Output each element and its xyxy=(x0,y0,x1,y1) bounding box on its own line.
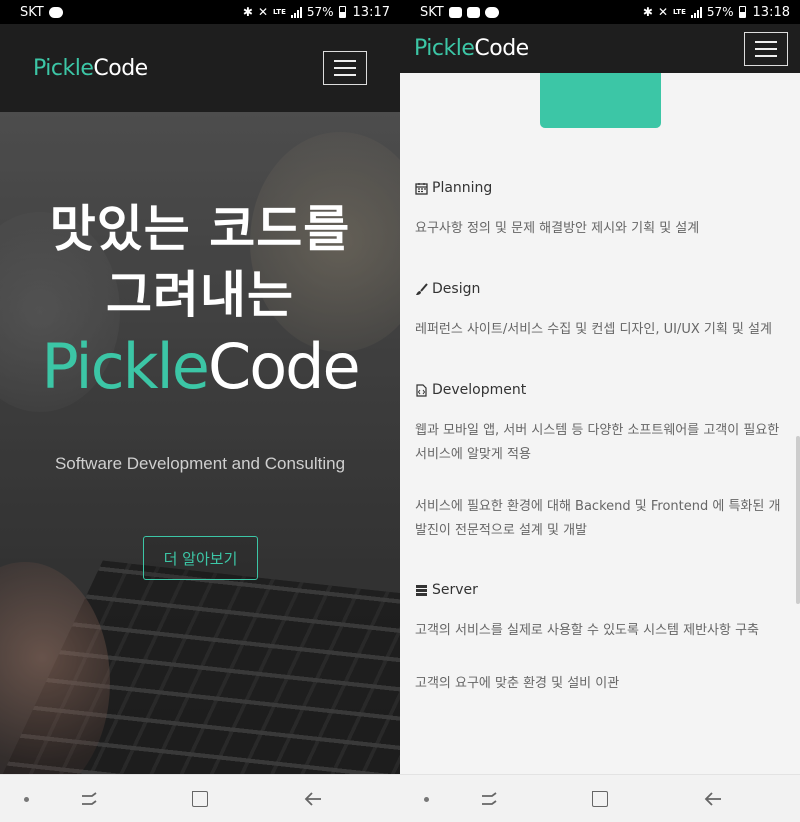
hamburger-icon xyxy=(755,40,777,43)
talk-notification-icon xyxy=(484,6,499,18)
nav-dot-icon[interactable] xyxy=(24,797,29,802)
signal-icon xyxy=(690,6,702,18)
learn-more-button[interactable]: 더 알아보기 xyxy=(143,536,258,580)
status-bar: SKT ✱ ✕ LTE 57% 13:17 xyxy=(0,0,400,24)
clock: 13:18 xyxy=(752,4,790,20)
hamburger-icon xyxy=(334,60,356,62)
calendar-icon xyxy=(415,182,428,195)
battery-icon xyxy=(338,6,346,18)
carrier-label: SKT xyxy=(420,4,444,20)
site-logo[interactable]: PickleCode xyxy=(33,56,148,81)
home-icon[interactable] xyxy=(592,791,608,807)
site-header: PickleCode xyxy=(400,24,800,73)
battery-icon xyxy=(738,6,746,18)
status-bar: SKT ✱ ✕ LTE 57% 13:18 xyxy=(400,0,800,24)
battery-percent: 57% xyxy=(306,5,334,19)
section-title-design: Design xyxy=(415,281,480,297)
back-icon[interactable] xyxy=(704,790,722,808)
menu-toggle-button[interactable] xyxy=(744,31,788,66)
section-title-development: Development xyxy=(415,382,526,398)
lte-label: LTE xyxy=(673,7,686,16)
hero-title: 맛있는 코드를 그려내는 xyxy=(49,200,351,324)
android-nav-bar xyxy=(0,774,400,822)
image-notification-icon xyxy=(466,6,480,18)
server-icon xyxy=(416,584,427,596)
battery-percent: 57% xyxy=(706,5,734,19)
site-logo[interactable]: PickleCode xyxy=(414,36,529,61)
bluetooth-icon: ✱ xyxy=(642,5,653,19)
section-text: 고객의 서비스를 실제로 사용할 수 있도록 시스템 제반사항 구축 xyxy=(415,623,760,638)
section-title-planning: Planning xyxy=(415,180,492,196)
section-text: 웹과 모바일 앱, 서버 시스템 등 다양한 소프트웨어를 고객이 필요한 서비… xyxy=(415,423,780,462)
mute-icon: ✕ xyxy=(257,5,268,19)
hero-section: 맛있는 코드를 그려내는 PickleCode Software Develop… xyxy=(0,112,400,774)
hero-brand: PickleCode xyxy=(41,330,360,403)
bluetooth-icon: ✱ xyxy=(242,5,253,19)
back-icon[interactable] xyxy=(304,790,322,808)
section-title-server: Server xyxy=(415,582,478,598)
menu-toggle-button[interactable] xyxy=(323,51,367,85)
nav-dot-icon[interactable] xyxy=(424,797,429,802)
home-icon[interactable] xyxy=(192,791,208,807)
code-file-icon xyxy=(416,383,427,397)
cloud-notification-icon xyxy=(448,6,462,18)
hero-subtitle: Software Development and Consulting xyxy=(54,454,346,473)
android-nav-bar xyxy=(400,774,800,822)
site-header: PickleCode xyxy=(0,24,400,112)
recent-apps-icon[interactable] xyxy=(80,790,98,808)
right-screen: SKT ✱ ✕ LTE 57% 13:18 PickleCode Plannin… xyxy=(400,0,800,822)
recent-apps-icon[interactable] xyxy=(480,790,498,808)
scrollbar-handle[interactable] xyxy=(796,436,800,604)
clock: 13:17 xyxy=(352,4,390,20)
section-image xyxy=(540,73,661,128)
paintbrush-icon xyxy=(416,282,428,295)
carrier-label: SKT xyxy=(20,4,44,20)
left-screen: SKT ✱ ✕ LTE 57% 13:17 PickleCode 맛있는 코드를 xyxy=(0,0,400,822)
talk-notification-icon xyxy=(48,6,63,18)
section-text: 레퍼런스 사이트/서비스 수집 및 컨셉 디자인, UI/UX 기획 및 설계 xyxy=(415,322,772,337)
section-text: 서비스에 필요한 환경에 대해 Backend 및 Frontend 에 특화된… xyxy=(415,499,781,538)
signal-icon xyxy=(290,6,302,18)
lte-label: LTE xyxy=(273,7,286,16)
mute-icon: ✕ xyxy=(657,5,668,19)
section-text: 고객의 요구에 맞춘 환경 및 설비 이관 xyxy=(415,676,620,691)
section-text: 요구사항 정의 및 문제 해결방안 제시와 기획 및 설계 xyxy=(415,221,700,236)
